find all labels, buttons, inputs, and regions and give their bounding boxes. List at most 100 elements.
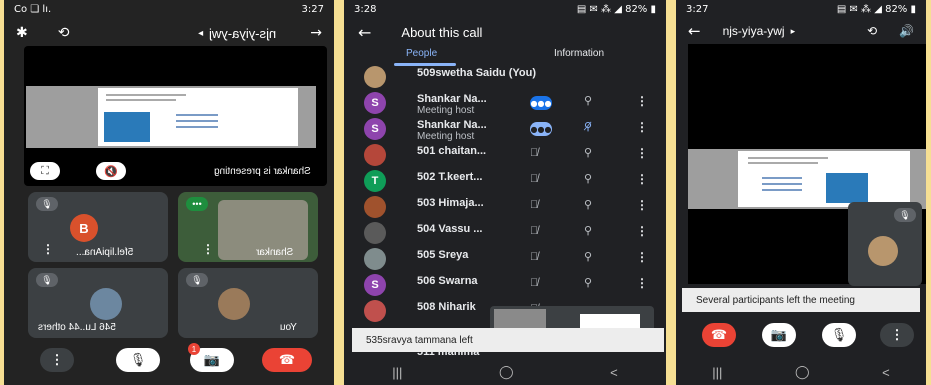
- camera-toggle-button[interactable]: 📷: [762, 323, 796, 347]
- mute-presentation-button[interactable]: 🔇: [96, 162, 126, 180]
- phone-meeting-grid: Co ❏ lı. 3:27 ✱ ⟲ ◂ njs-yiya-ywj → ⛶ 🔇 S…: [4, 0, 334, 385]
- pin-icon[interactable]: ⚲: [584, 198, 592, 211]
- more-options-icon[interactable]: ⋮: [636, 172, 648, 186]
- presenting-indicator-icon: ●●●: [530, 122, 552, 136]
- meeting-title[interactable]: njs-yiya-ywj: [723, 24, 785, 38]
- participant-row[interactable]: T 502 T.keert... 🎙̸ ⚲ ⋮: [344, 168, 666, 193]
- avatar: [364, 144, 386, 166]
- home-icon[interactable]: ◯: [795, 364, 810, 380]
- participant-row[interactable]: 504 Vassu ... 🎙̸ ⚲ ⋮: [344, 220, 666, 245]
- pin-icon[interactable]: ⚲: [584, 276, 592, 289]
- tab-bar: People Information: [344, 44, 666, 66]
- participant-row[interactable]: 505 Sreya 🎙̸ ⚲ ⋮: [344, 246, 666, 271]
- more-options-icon[interactable]: ⋮: [636, 276, 648, 290]
- participant-tile[interactable]: 🎙 B ⋮ 5fel.lipiAna...: [28, 192, 168, 262]
- more-options-icon[interactable]: ⋮: [636, 120, 648, 134]
- participant-name: 509swetha Saidu (You): [417, 67, 536, 79]
- switch-camera-icon[interactable]: ⟲: [58, 25, 70, 41]
- phone-pip-view: 3:27 ▤ ✉ ⁂ ◢ 82% ▮ ← njs-yiya-ywj ▸ ⟲ 🔊 …: [676, 0, 926, 385]
- back-arrow-icon[interactable]: →: [310, 25, 322, 41]
- more-options-button[interactable]: ⋮: [880, 323, 914, 347]
- pin-icon[interactable]: ⚲: [584, 172, 592, 185]
- mic-toggle-button[interactable]: 🎙: [822, 323, 856, 347]
- notification-badge: 1: [188, 343, 200, 355]
- mic-off-icon: 🎙̸: [530, 199, 539, 211]
- tab-people[interactable]: People: [406, 48, 437, 59]
- more-options-icon[interactable]: ⋮: [636, 198, 648, 212]
- mic-off-icon: 🎙̸: [530, 277, 539, 289]
- avatar: B: [70, 214, 98, 242]
- back-icon[interactable]: <: [882, 365, 890, 380]
- more-options-icon[interactable]: ⋮: [636, 224, 648, 238]
- chevron-right-icon: ▸: [790, 25, 796, 36]
- snackbar: 535sravya tammana left: [352, 328, 664, 352]
- more-options-button[interactable]: ⋮: [40, 348, 74, 372]
- mic-off-icon: 🎙: [36, 197, 58, 211]
- participant-role: Meeting host: [417, 131, 475, 142]
- status-battery: ▤ ✉ ⁂ ◢ 82% ▮: [576, 3, 656, 15]
- participant-row[interactable]: S 506 Swarna 🎙̸ ⚲ ⋮: [344, 272, 666, 297]
- more-options-icon[interactable]: ⋮: [42, 242, 54, 256]
- avatar: [364, 196, 386, 218]
- more-options-icon[interactable]: ⋮: [636, 94, 648, 108]
- unpin-icon[interactable]: ⚲̸: [584, 120, 592, 133]
- participant-tile[interactable]: ••• ⋮ Shankar: [178, 192, 318, 262]
- self-view-tile[interactable]: 🎙: [848, 202, 922, 286]
- presenting-label: Shankar is presenting: [214, 166, 311, 177]
- back-arrow-icon[interactable]: ←: [688, 22, 701, 40]
- participant-row[interactable]: 503 Himaja... 🎙̸ ⚲ ⋮: [344, 194, 666, 219]
- shared-slide: [26, 86, 316, 148]
- status-bar: Co ❏ lı. 3:27: [4, 0, 334, 18]
- mic-toggle-button[interactable]: 🎙: [116, 348, 160, 372]
- recents-icon[interactable]: |||: [712, 365, 722, 380]
- back-arrow-icon[interactable]: ←: [358, 23, 371, 42]
- participant-tile[interactable]: 🎙 546 Lu..44 others: [28, 268, 168, 338]
- status-bar: 3:28 ▤ ✉ ⁂ ◢ 82% ▮: [344, 0, 666, 18]
- meeting-title[interactable]: njs-yiya-ywj: [209, 26, 276, 41]
- presentation-view[interactable]: 🎙: [688, 44, 926, 286]
- avatar: [218, 288, 250, 320]
- participant-row[interactable]: S Shankar Na... Meeting host ●●● ⚲ ⋮: [344, 90, 666, 116]
- switch-camera-icon[interactable]: ⟲: [867, 24, 877, 38]
- mic-off-icon: 🎙̸: [530, 147, 539, 159]
- mic-off-icon: 🎙: [894, 208, 916, 222]
- header: ← njs-yiya-ywj ▸ ⟲ 🔊: [676, 18, 926, 44]
- participant-row[interactable]: 501 chaitan... 🎙̸ ⚲ ⋮: [344, 142, 666, 167]
- speaking-indicator-icon: •••: [186, 197, 208, 211]
- pin-icon[interactable]: ⚲: [584, 146, 592, 159]
- self-tile[interactable]: 🎙 You: [178, 268, 318, 338]
- status-bar: 3:27 ▤ ✉ ⁂ ◢ 82% ▮: [676, 0, 926, 18]
- home-icon[interactable]: ◯: [499, 364, 514, 380]
- speaker-icon[interactable]: 🔊: [899, 24, 914, 38]
- leave-call-button[interactable]: ☎: [702, 323, 736, 347]
- avatar: S: [364, 92, 386, 114]
- participant-name: 508 Niharik: [417, 301, 476, 313]
- avatar: [868, 236, 898, 266]
- avatar: [364, 300, 386, 322]
- back-icon[interactable]: <: [610, 365, 618, 380]
- pin-icon[interactable]: ⚲: [584, 94, 592, 107]
- mic-off-icon: 🎙̸: [530, 173, 539, 185]
- preview-slide: [580, 314, 640, 328]
- mic-off-icon: 🎙: [186, 273, 208, 287]
- tab-information[interactable]: Information: [554, 48, 604, 59]
- participant-row[interactable]: S Shankar Na... Meeting host ●●● ⚲̸ ⋮: [344, 116, 666, 142]
- participant-name: 501 chaitan...: [417, 145, 487, 157]
- more-options-icon[interactable]: ⋮: [636, 250, 648, 264]
- avatar: S: [364, 118, 386, 140]
- pin-icon[interactable]: ⚲: [584, 224, 592, 237]
- fullscreen-button[interactable]: ⛶: [30, 162, 60, 180]
- self-label: You: [280, 322, 297, 333]
- more-options-icon[interactable]: ⋮: [636, 146, 648, 160]
- recents-icon[interactable]: |||: [392, 365, 402, 380]
- bluetooth-icon[interactable]: ✱: [16, 25, 28, 41]
- pin-icon[interactable]: ⚲: [584, 250, 592, 263]
- participant-row[interactable]: 509swetha Saidu (You): [344, 64, 666, 89]
- leave-call-button[interactable]: ☎: [262, 348, 312, 372]
- participant-name: Shankar Na...: [417, 119, 487, 131]
- header: ← About this call: [344, 18, 666, 46]
- page-title: About this call: [401, 24, 483, 40]
- presentation-view[interactable]: ⛶ 🔇 Shankar is presenting: [24, 46, 327, 186]
- meeting-top-bar: ✱ ⟲ ◂ njs-yiya-ywj →: [4, 20, 334, 46]
- more-options-icon[interactable]: ⋮: [202, 242, 214, 256]
